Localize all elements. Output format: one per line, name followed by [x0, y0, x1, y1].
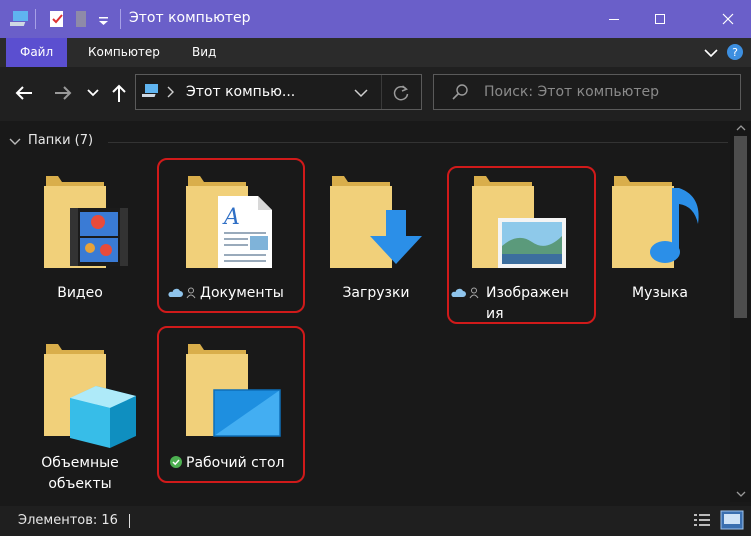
divider — [381, 75, 382, 109]
divider — [35, 9, 36, 29]
scroll-down-icon[interactable] — [735, 490, 747, 498]
folder-label: Загрузки — [342, 285, 410, 301]
folder-label: Объемные — [41, 455, 119, 471]
group-divider — [108, 142, 728, 143]
folder-label: Изображен — [486, 285, 569, 301]
folder-tile-music[interactable]: Музыка — [598, 160, 722, 310]
svg-text:A: A — [222, 205, 240, 230]
downloads-folder-icon — [330, 176, 422, 268]
new-folder-icon[interactable] — [73, 9, 89, 29]
folder-label: Рабочий стол — [186, 455, 285, 471]
video-folder-icon — [44, 176, 128, 268]
svg-text:?: ? — [732, 46, 738, 59]
recent-locations-icon[interactable] — [86, 87, 100, 99]
customize-toolbar-icon[interactable] — [96, 9, 112, 29]
folder-tile-pictures[interactable]: Изображен ия — [450, 160, 593, 322]
folder-label-continued: ия — [486, 306, 504, 322]
minimize-icon — [609, 19, 619, 20]
cloud-sync-icon — [451, 287, 479, 299]
details-view-icon[interactable] — [693, 512, 711, 528]
collapse-group-icon[interactable] — [8, 137, 22, 147]
folder-tile-video[interactable]: Видео — [18, 160, 142, 310]
item-count: Элементов: 16 — [18, 513, 118, 528]
pictures-folder-icon — [472, 176, 566, 268]
computer-icon[interactable] — [10, 9, 32, 29]
folder-label: Видео — [57, 285, 103, 301]
3d-objects-folder-icon — [44, 344, 136, 448]
music-folder-icon — [612, 176, 699, 268]
scrollbar-thumb[interactable] — [734, 136, 747, 318]
refresh-icon[interactable] — [391, 83, 411, 103]
computer-icon — [142, 84, 158, 97]
help-icon[interactable]: ? — [725, 42, 745, 62]
search-icon — [452, 84, 468, 100]
window-title: Этот компьютер — [129, 10, 251, 26]
synced-check-icon — [170, 456, 182, 468]
up-arrow-icon[interactable] — [109, 82, 129, 104]
maximize-button[interactable] — [637, 0, 683, 38]
large-icons-view-icon[interactable] — [720, 510, 744, 530]
scroll-up-icon[interactable] — [735, 124, 747, 132]
back-arrow-icon[interactable] — [13, 83, 35, 103]
folder-label: Документы — [200, 285, 284, 301]
folder-tile-desktop[interactable]: Рабочий стол — [160, 330, 302, 480]
expand-ribbon-icon[interactable] — [703, 46, 719, 60]
folder-tile-downloads[interactable]: Загрузки — [314, 160, 438, 310]
folder-label-continued: объекты — [48, 476, 112, 492]
forward-arrow-icon[interactable] — [52, 83, 74, 103]
address-history-icon[interactable] — [354, 87, 368, 99]
documents-folder-icon: A — [186, 176, 272, 268]
folder-tile-3d-objects[interactable]: Объемные объекты — [18, 330, 142, 500]
address-text: Этот компью... — [186, 84, 296, 100]
folder-tile-documents[interactable]: A Документы — [160, 160, 302, 310]
cloud-sync-icon — [168, 287, 196, 299]
search-input[interactable]: Поиск: Этот компьютер — [484, 84, 659, 100]
close-icon — [722, 13, 734, 25]
group-header[interactable]: Папки (7) — [28, 133, 93, 148]
tab-view[interactable]: Вид — [178, 38, 230, 67]
tab-file[interactable]: Файл — [6, 38, 68, 67]
minimize-button[interactable] — [591, 0, 637, 38]
chevron-right-icon[interactable] — [166, 86, 176, 98]
properties-icon[interactable] — [48, 9, 66, 29]
desktop-folder-icon — [186, 344, 281, 437]
divider — [129, 514, 130, 528]
divider — [120, 9, 121, 29]
folder-label: Музыка — [632, 285, 688, 301]
close-button[interactable] — [705, 0, 751, 38]
tab-computer[interactable]: Компьютер — [74, 38, 174, 67]
maximize-icon — [655, 14, 665, 24]
